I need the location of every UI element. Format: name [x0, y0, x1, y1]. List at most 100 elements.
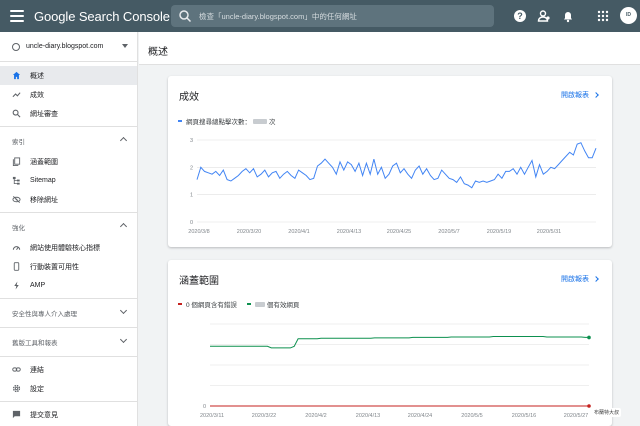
nav-label: 成效: [30, 91, 44, 99]
search-icon: [12, 109, 21, 118]
performance-chart[interactable]: 0 1 2 3 2020/3/8 2020/3/20 2020/4/1 2020/4/13 20…: [168, 128, 612, 247]
help-icon[interactable]: ?: [513, 9, 527, 23]
property-selector[interactable]: uncle-diary.blogspot.com: [0, 32, 137, 62]
chevron-down-icon: [119, 306, 128, 315]
nav-coverage[interactable]: 涵蓋範圍: [0, 152, 137, 171]
product-name[interactable]: Google Search Console: [34, 9, 170, 24]
section-enhancements[interactable]: 強化: [0, 216, 137, 238]
series-line: [196, 142, 597, 189]
nav-label: 網站使用體驗核心指標: [30, 244, 100, 252]
y-tick-label: 0: [203, 404, 206, 410]
nav-label: AMP: [30, 282, 46, 289]
avatar[interactable]: ID: [620, 7, 637, 24]
chevron-up-icon: [119, 222, 128, 231]
legend-label-error: 0 個網頁含有錯誤: [186, 302, 237, 309]
performance-title: 成效: [179, 92, 199, 103]
y-tick-label: 2: [190, 165, 193, 171]
x-tick-label: 2020/4/2: [305, 413, 326, 419]
trending-up-icon: [12, 92, 21, 98]
x-tick-label: 2020/5/19: [487, 229, 511, 235]
link-label: 開啟報表: [561, 276, 589, 283]
section-security[interactable]: 安全性與專人介入處理: [0, 302, 137, 324]
performance-legend[interactable]: 網頁搜尋總點擊次數： 次: [178, 116, 276, 126]
x-tick-label: 2020/4/24: [408, 413, 432, 419]
section-label: 強化: [12, 225, 25, 232]
nav-links[interactable]: 連結: [0, 360, 137, 379]
divider: [0, 327, 137, 328]
apps-grid-icon[interactable]: [596, 9, 610, 23]
open-performance-report-link[interactable]: 開啟報表: [561, 90, 599, 100]
nav-url-inspection[interactable]: 網址審查: [0, 104, 137, 123]
menu-icon[interactable]: [10, 10, 24, 22]
nav-label: 設定: [30, 385, 44, 393]
divider: [0, 356, 137, 357]
x-tick-label: 2020/4/1: [288, 229, 309, 235]
x-tick-label: 2020/5/7: [438, 229, 459, 235]
coverage-title: 涵蓋範圍: [179, 276, 219, 287]
property-name: uncle-diary.blogspot.com: [26, 43, 104, 50]
nav-feedback[interactable]: 提交意見: [0, 405, 137, 424]
divider: [0, 212, 137, 213]
nav-label: 網址審查: [30, 110, 58, 118]
page-header: 概述: [139, 32, 640, 65]
x-tick-label: 2020/3/20: [237, 229, 261, 235]
nav-overview[interactable]: 概述: [0, 66, 137, 85]
x-tick-label: 2020/5/27: [564, 413, 588, 419]
x-tick-label: 2020/4/13: [356, 413, 380, 419]
nav-label: 連結: [30, 366, 44, 374]
x-tick-label: 2020/5/5: [461, 413, 482, 419]
nav-settings[interactable]: 設定: [0, 379, 137, 398]
users-settings-icon[interactable]: [537, 9, 551, 23]
watermark: 布蘭特大叔: [592, 408, 622, 417]
sitemap-icon: [12, 176, 20, 185]
globe-icon: [12, 42, 20, 51]
legend-label: 網頁搜尋總點擊次數：: [186, 119, 251, 126]
link-label: 開啟報表: [561, 92, 589, 99]
y-tick-label: 0: [190, 220, 193, 226]
nav-mobile-usability[interactable]: 行動裝置可用性: [0, 257, 137, 276]
x-tick-label: 2020/3/11: [200, 413, 224, 419]
section-index[interactable]: 索引: [0, 130, 137, 152]
x-tick-label: 2020/5/31: [537, 229, 561, 235]
divider: [0, 401, 137, 402]
series-line: [210, 336, 589, 349]
bolt-icon: [14, 281, 19, 290]
search-placeholder: 檢查「uncle-diary.blogspot.com」中的任何網址: [199, 11, 357, 21]
section-label: 舊版工具和報表: [12, 340, 58, 347]
x-tick-label: 2020/3/22: [252, 413, 276, 419]
home-icon: [12, 71, 21, 80]
nav-amp[interactable]: AMP: [0, 276, 137, 295]
chevron-down-icon: [119, 335, 128, 344]
section-legacy[interactable]: 舊版工具和報表: [0, 331, 137, 353]
y-tick-label: 1: [190, 193, 193, 199]
legend-label-valid: 個有效網頁: [266, 302, 300, 309]
nav-removals[interactable]: 移除網址: [0, 190, 137, 209]
bell-icon[interactable]: [561, 9, 575, 23]
open-coverage-report-link[interactable]: 開啟報表: [561, 274, 599, 284]
nav-core-web-vitals[interactable]: 網站使用體驗核心指標: [0, 238, 137, 257]
file-copy-icon: [12, 157, 21, 166]
sidebar: uncle-diary.blogspot.com 概述 成效 網址審查 索引 涵…: [0, 32, 138, 426]
phone-icon: [13, 262, 20, 271]
performance-card: 成效 開啟報表 網頁搜尋總點擊次數： 次 0 1 2 3 2020/3/8 2020/3/…: [168, 76, 612, 247]
x-tick-label: 2020/5/16: [512, 413, 536, 419]
blurred-value: [254, 301, 265, 307]
coverage-legend[interactable]: 0 個網頁含有錯誤 個有效網頁: [178, 299, 299, 309]
chevron-right-icon: [593, 276, 599, 282]
y-tick-label: 3: [190, 138, 193, 144]
divider: [0, 126, 137, 127]
legend-swatch-valid: [246, 303, 251, 305]
nav-sitemap[interactable]: Sitemap: [0, 171, 137, 190]
nav-performance[interactable]: 成效: [0, 85, 137, 104]
section-label: 索引: [12, 139, 25, 146]
legend-suffix: 次: [269, 119, 276, 126]
search-input[interactable]: 檢查「uncle-diary.blogspot.com」中的任何網址: [171, 5, 494, 27]
nav-label: 提交意見: [30, 411, 58, 419]
page-title: 概述: [148, 47, 168, 58]
link-icon: [12, 367, 21, 372]
series-end-dot: [587, 335, 591, 340]
top-app-bar: Google Search Console 檢查「uncle-diary.blo…: [0, 0, 640, 32]
coverage-card: 涵蓋範圍 開啟報表 0 個網頁含有錯誤 個有效網頁 0 2020/3/11 2020…: [168, 260, 612, 426]
eye-off-icon: [12, 196, 21, 203]
coverage-chart[interactable]: 0 2020/3/11 2020/3/22 2020/4/2 2020/4/13 2020…: [168, 312, 612, 426]
